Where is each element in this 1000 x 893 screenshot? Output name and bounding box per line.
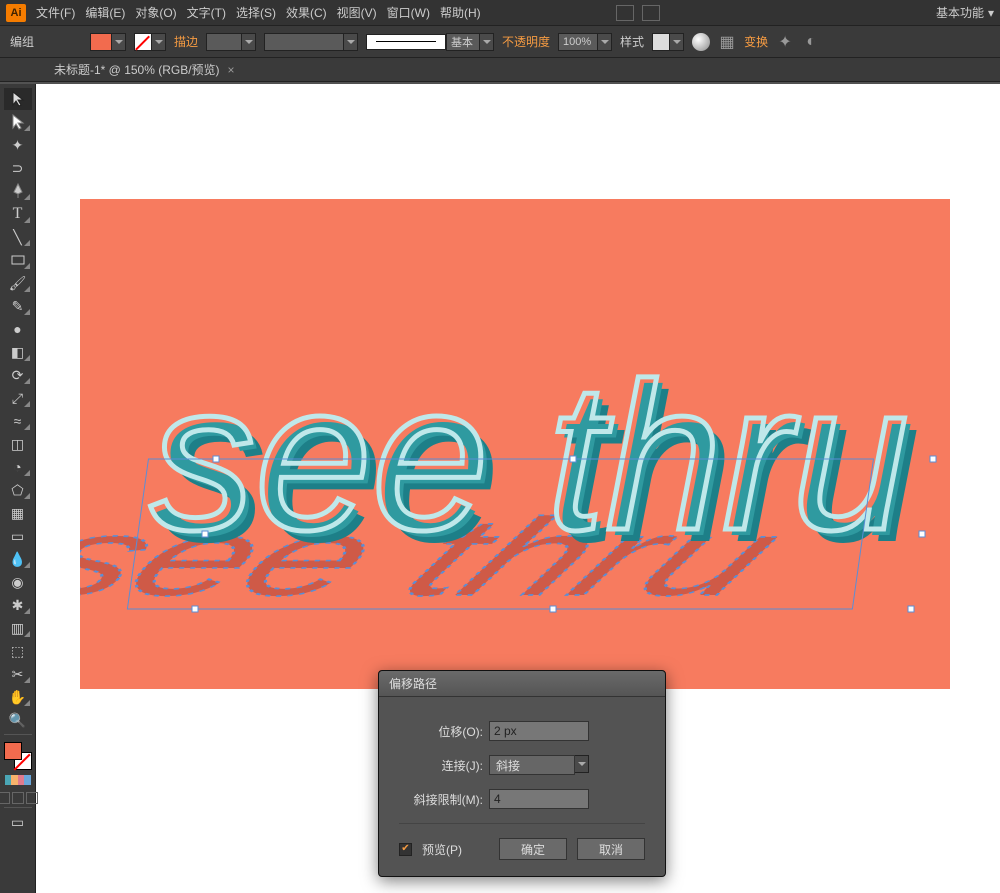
- edit-icon[interactable]: ◐: [802, 33, 820, 51]
- stroke-weight-field[interactable]: [206, 33, 242, 51]
- opacity-arrow: [598, 33, 612, 51]
- menu-help[interactable]: 帮助(H): [440, 4, 481, 21]
- svg-text:see thru: see thru: [150, 339, 909, 574]
- preview-label: 预览(P): [422, 841, 462, 858]
- chevron-down-icon: ▾: [988, 6, 994, 20]
- menu-bar: Ai 文件(F) 编辑(E) 对象(O) 文字(T) 选择(S) 效果(C) 视…: [0, 0, 1000, 25]
- menu-view[interactable]: 视图(V): [337, 4, 377, 21]
- var-width-field: [264, 33, 344, 51]
- fill-indicator: [4, 742, 22, 760]
- main-text-group: see thru see thru see thru: [150, 339, 921, 586]
- stroke-link[interactable]: 描边: [174, 33, 198, 50]
- offset-input[interactable]: [489, 721, 589, 741]
- blend-tool[interactable]: ◉: [4, 571, 32, 593]
- brush-profile-control[interactable]: 基本: [366, 33, 494, 51]
- lasso-tool[interactable]: ⊃: [4, 157, 32, 179]
- join-select[interactable]: 斜接: [489, 755, 589, 775]
- document-tab[interactable]: 未标题-1* @ 150% (RGB/预览) ×: [44, 61, 245, 78]
- document-tab-bar: 未标题-1* @ 150% (RGB/预览) ×: [0, 58, 1000, 82]
- artboard-tool[interactable]: ⬚: [4, 640, 32, 662]
- var-width-arrow: [344, 33, 358, 51]
- offset-label: 位移(O):: [399, 723, 489, 740]
- zoom-tool[interactable]: 🔍: [4, 709, 32, 731]
- join-value: 斜接: [489, 755, 575, 775]
- app-logo: Ai: [6, 4, 26, 22]
- join-label: 连接(J):: [399, 757, 489, 774]
- color-strip[interactable]: [5, 775, 31, 785]
- menu-object[interactable]: 对象(O): [135, 4, 176, 21]
- fill-stroke-indicator[interactable]: [4, 742, 32, 770]
- transform-link[interactable]: 变换: [744, 33, 768, 50]
- menu-effect[interactable]: 效果(C): [286, 4, 327, 21]
- cancel-button[interactable]: 取消: [577, 838, 645, 860]
- opacity-field[interactable]: 100%: [558, 33, 598, 51]
- fill-swatch: [90, 33, 112, 51]
- workspace-label-text: 基本功能: [936, 4, 984, 21]
- brush-profile-arrow: [480, 33, 494, 51]
- check-mark-icon: ✔: [401, 844, 409, 854]
- menu-window[interactable]: 窗口(W): [387, 4, 430, 21]
- preview-checkbox[interactable]: ✔: [399, 843, 412, 856]
- gradient-tool[interactable]: ▭: [4, 525, 32, 547]
- stroke-color-dd-arrow: [152, 33, 166, 51]
- opacity-control[interactable]: 100%: [558, 33, 612, 51]
- layout-icon-1[interactable]: [616, 5, 634, 21]
- fill-color-control[interactable]: [90, 33, 126, 51]
- layout-icon-2[interactable]: [642, 5, 660, 21]
- selection-tool[interactable]: [4, 88, 32, 110]
- group-label: 编组: [10, 33, 34, 50]
- dialog-title: 偏移路径: [379, 671, 665, 697]
- style-arrow: [670, 33, 684, 51]
- var-width-control[interactable]: [264, 33, 358, 51]
- magic-wand-tool[interactable]: ✦: [4, 134, 32, 156]
- free-transform-tool[interactable]: ◫: [4, 433, 32, 455]
- stroke-style-label: 基本: [446, 33, 480, 51]
- mesh-tool[interactable]: ▦: [4, 502, 32, 524]
- options-bar: 编组 描边 基本 不透明度 100% 样式 ▦ 变换 ✦ ◐: [0, 25, 1000, 58]
- menu-select[interactable]: 选择(S): [236, 4, 276, 21]
- artboard: see thru see thru see thru see thru: [80, 199, 950, 689]
- stroke-color-control[interactable]: [134, 33, 166, 51]
- none-swatch: [134, 33, 152, 51]
- style-swatch: [652, 33, 670, 51]
- align-icon[interactable]: ▦: [718, 33, 736, 51]
- stroke-weight-arrow: [242, 33, 256, 51]
- miter-label: 斜接限制(M):: [399, 791, 489, 808]
- isolate-icon[interactable]: ✦: [776, 33, 794, 51]
- workspace-switcher[interactable]: 基本功能 ▾: [936, 4, 994, 21]
- menu-file[interactable]: 文件(F): [36, 4, 75, 21]
- opacity-link[interactable]: 不透明度: [502, 33, 550, 50]
- fill-dd-arrow: [112, 33, 126, 51]
- style-control[interactable]: [652, 33, 684, 51]
- ok-button[interactable]: 确定: [499, 838, 567, 860]
- offset-path-dialog: 偏移路径 位移(O): 连接(J): 斜接 斜接限制(M): ✔ 预览(P) 确…: [378, 670, 666, 877]
- tool-panel: ✦ ⊃ T ╲ 🖌 ✎ ● ◧ ⟳ ⤢ ≈ ◫ ◔ ⬠ ▦ ▭ 💧 ◉ ✱ ▥ …: [0, 84, 36, 893]
- close-icon[interactable]: ×: [228, 63, 235, 77]
- screen-mode-tool[interactable]: ▭: [4, 811, 32, 833]
- stroke-preview: [366, 34, 446, 50]
- stroke-weight-control[interactable]: [206, 33, 256, 51]
- draw-mode-icons[interactable]: [0, 792, 38, 804]
- miter-input[interactable]: [489, 789, 589, 809]
- blob-brush-tool[interactable]: ●: [4, 318, 32, 340]
- menu-edit[interactable]: 编辑(E): [85, 4, 125, 21]
- document-title: 未标题-1* @ 150% (RGB/预览): [54, 61, 220, 78]
- menu-type[interactable]: 文字(T): [187, 4, 226, 21]
- recolor-icon[interactable]: [692, 33, 710, 51]
- join-select-arrow: [575, 755, 589, 773]
- style-label: 样式: [620, 33, 644, 50]
